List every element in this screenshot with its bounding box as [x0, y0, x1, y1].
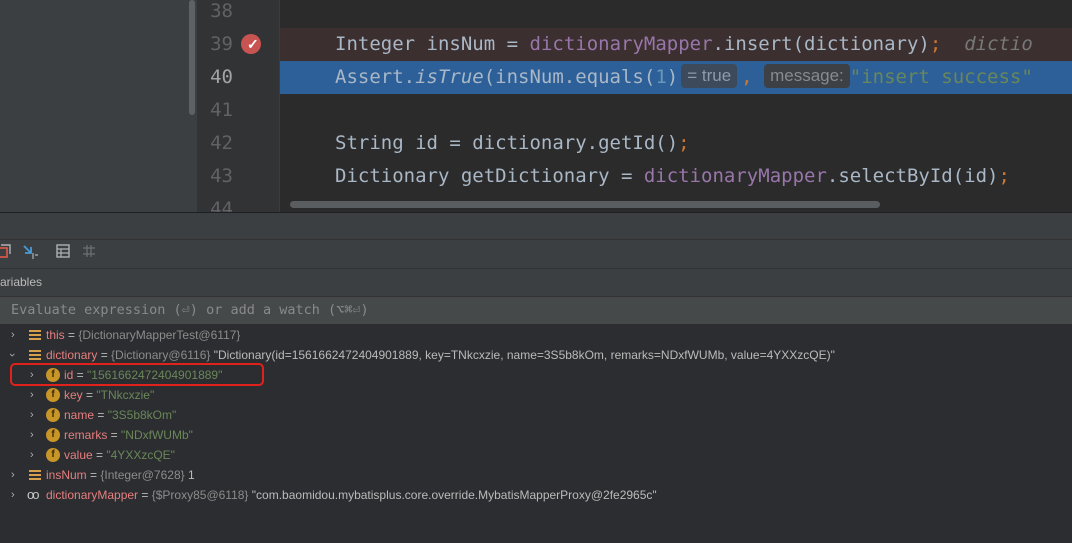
line-number: 42: [210, 132, 233, 154]
variable-value: "com.baomidou.mybatisplus.core.override.…: [251, 488, 657, 502]
field-value: "4YXXzcQE": [106, 448, 175, 462]
debug-panel-header: [0, 213, 1072, 239]
annotation-highlight-box: [10, 363, 264, 386]
equals-sign: =: [138, 488, 152, 502]
equals-sign: =: [94, 408, 108, 422]
variable-type: {DictionaryMapperTest@6117}: [78, 328, 241, 342]
tree-row-field-value[interactable]: › f value = "4YXXzcQE": [0, 445, 1072, 465]
watch-glasses-icon: oo: [27, 487, 40, 502]
code-token: String id = dictionary.getId(): [335, 132, 679, 154]
code-token-number: 1: [655, 66, 667, 88]
tree-row-field-name[interactable]: › f name = "3S5b8kOm": [0, 405, 1072, 425]
field-icon: f: [46, 428, 60, 442]
code-token-field: dictionaryMapper: [643, 165, 827, 187]
variable-name: dictionaryMapper: [46, 488, 139, 502]
expand-arrow-icon[interactable]: ›: [30, 425, 34, 445]
step-into-icon[interactable]: [23, 244, 39, 264]
line-number: 41: [210, 99, 233, 121]
expand-arrow-icon[interactable]: ›: [11, 325, 15, 345]
code-token-field: dictionaryMapper: [529, 33, 713, 55]
code-token: =: [495, 33, 530, 55]
expand-arrow-icon[interactable]: ›: [11, 485, 15, 505]
code-token: .selectById(id): [826, 165, 999, 187]
line-number: 40: [210, 66, 233, 88]
code-token: ,: [741, 66, 753, 88]
field-name: remarks: [64, 428, 108, 442]
variable-value: "Dictionary(id=1561662472404901889, key=…: [213, 348, 835, 362]
code-token-string: "insert success": [849, 66, 1033, 88]
code-line-42[interactable]: String id = dictionary.getId();: [280, 127, 1072, 160]
inline-value-hint: dictio: [964, 33, 1033, 55]
variable-value: 1: [187, 468, 195, 482]
variables-title-bar: [0, 268, 1072, 296]
project-panel-strip: [0, 0, 187, 212]
code-token: Assert.: [335, 66, 416, 88]
code-line-39[interactable]: Integer insNum = dictionaryMapper.insert…: [280, 28, 1072, 61]
editor-scroll-thumb[interactable]: [290, 201, 880, 208]
restore-layout-icon[interactable]: [0, 244, 11, 264]
code-token: ): [666, 66, 679, 88]
code-token: ;: [929, 33, 942, 55]
code-editor[interactable]: 38 39 40 41 42 43 44 ✓ Integer insNum = …: [0, 0, 1072, 212]
line-number: 43: [210, 165, 233, 187]
field-icon: f: [46, 388, 60, 402]
field-value: "TNkcxzie": [96, 388, 155, 402]
code-token: Dictionary getDictionary =: [335, 165, 644, 187]
equals-sign: =: [97, 348, 112, 362]
evaluate-expression-input[interactable]: Evaluate expression (⏎) or add a watch (…: [11, 302, 369, 318]
code-line-43[interactable]: Dictionary getDictionary = dictionaryMap…: [280, 160, 1072, 193]
field-icon: f: [46, 448, 60, 462]
line-number: 38: [210, 0, 233, 22]
equals-sign: =: [82, 388, 97, 402]
field-value: "NDxfWUMb": [121, 428, 193, 442]
variable-icon: [29, 470, 41, 480]
code-token: ;: [998, 165, 1010, 187]
field-name: value: [64, 448, 93, 462]
equals-sign: =: [64, 328, 79, 342]
field-name: name: [64, 408, 95, 422]
variables-title: ariables: [0, 275, 43, 289]
expand-arrow-icon[interactable]: ›: [30, 445, 34, 465]
variable-icon: [29, 350, 41, 360]
code-token-method: isTrue: [415, 66, 484, 88]
code-token: insNum: [426, 33, 496, 55]
debug-toolbar: [0, 239, 1072, 268]
expand-arrow-icon[interactable]: ›: [11, 465, 15, 485]
field-name: key: [64, 388, 83, 402]
variable-type: {$Proxy85@6118}: [151, 488, 249, 502]
code-token: (insNum.equals(: [483, 66, 656, 88]
variable-type: {Dictionary@6116}: [111, 348, 211, 362]
field-value: "3S5b8kOm": [107, 408, 177, 422]
variable-icon: [29, 330, 41, 340]
tree-row-dictionaryMapper[interactable]: › oo dictionaryMapper = {$Proxy85@6118} …: [0, 485, 1072, 505]
code-token: .insert(dictionary): [712, 33, 930, 55]
field-icon: f: [46, 408, 60, 422]
variable-name: dictionary: [46, 348, 98, 362]
code-line-40[interactable]: Assert.isTrue(insNum.equals(1) = true, me…: [280, 61, 1072, 94]
inline-value-inlay: = true: [681, 64, 738, 88]
variable-name: insNum: [46, 468, 87, 482]
code-token: Integer: [335, 33, 416, 55]
code-token: ;: [678, 132, 690, 154]
line-number: 44: [210, 198, 233, 212]
tree-row-insNum[interactable]: › insNum = {Integer@7628} 1: [0, 465, 1072, 485]
tree-row-field-key[interactable]: › f key = "TNkcxzie": [0, 385, 1072, 405]
equals-sign: =: [92, 448, 107, 462]
grid-icon[interactable]: [82, 244, 96, 262]
tree-row-field-remarks[interactable]: › f remarks = "NDxfWUMb": [0, 425, 1072, 445]
breakpoint-check-icon: ✓: [247, 36, 259, 52]
project-panel-scroll-thumb[interactable]: [189, 0, 195, 115]
tree-row-this[interactable]: › this = {DictionaryMapperTest@6117}: [0, 325, 1072, 345]
variable-type: {Integer@7628}: [100, 468, 185, 482]
equals-sign: =: [86, 468, 101, 482]
expand-arrow-icon[interactable]: ›: [30, 405, 34, 425]
expand-arrow-icon[interactable]: ›: [30, 385, 34, 405]
variable-name: this: [46, 328, 65, 342]
line-number: 39: [210, 33, 233, 55]
collapse-arrow-icon[interactable]: ›: [2, 353, 22, 357]
table-icon[interactable]: [56, 244, 70, 262]
param-hint-inlay: message:: [764, 64, 850, 88]
equals-sign: =: [107, 428, 122, 442]
tree-row-dictionary[interactable]: › dictionary = {Dictionary@6116} "Dictio…: [0, 345, 1072, 365]
